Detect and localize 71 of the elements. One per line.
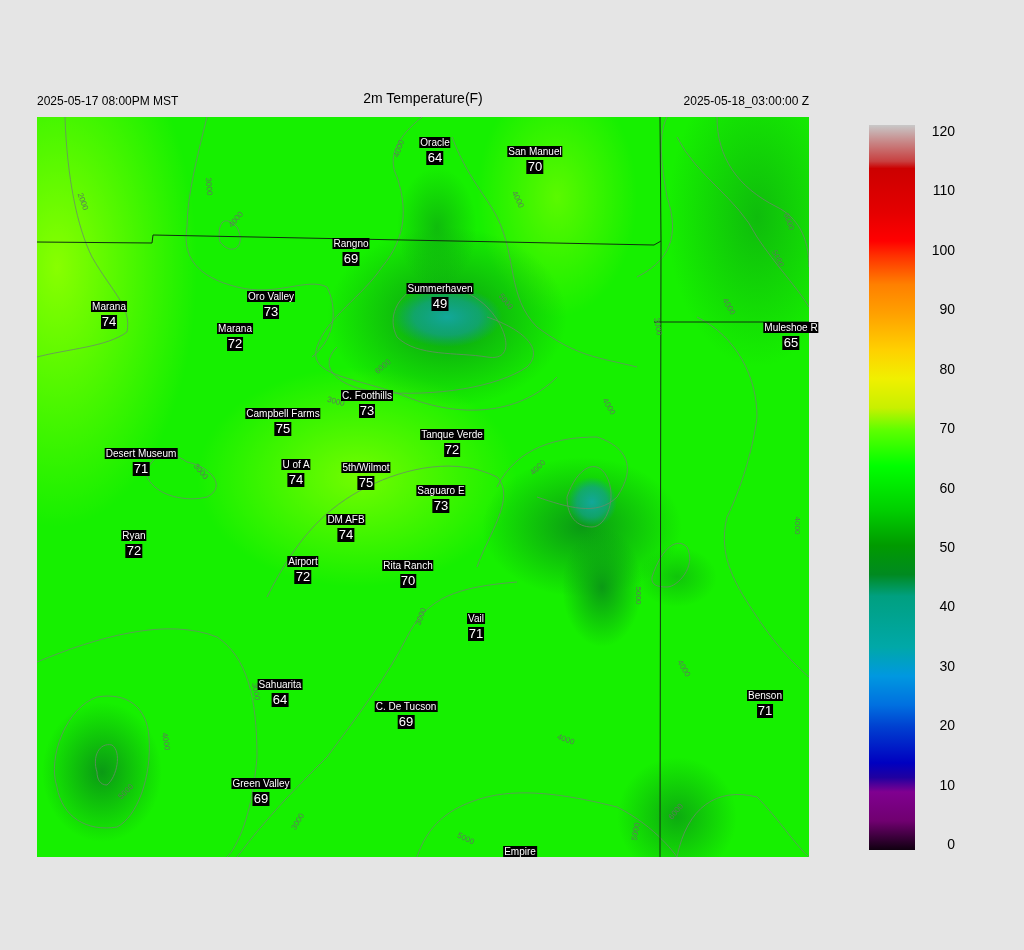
contour-label: 4000 (391, 138, 407, 159)
station-name: Saguaro E (416, 485, 466, 496)
station-name: Desert Museum (104, 448, 178, 459)
contour-label: 3000 (203, 177, 215, 196)
station-temperature: 70 (526, 160, 544, 174)
colorbar-tick-label: 0 (947, 836, 955, 852)
station-temperature: 72 (294, 570, 312, 584)
station-temperature: 73 (432, 499, 450, 513)
station-temperature: 75 (357, 476, 375, 490)
station-name: Rangno (332, 238, 370, 249)
station-name: Tanque Verde (420, 429, 484, 440)
colorbar-tick-label: 110 (932, 182, 955, 199)
chart-title: 2m Temperature(F) (363, 89, 483, 108)
contour-label: 5000 (634, 586, 644, 605)
station-temperature: 49 (431, 297, 449, 311)
station-name: San Manuel (507, 146, 563, 157)
station-name: Summerhaven (406, 283, 474, 294)
contour-label: 4000 (793, 516, 803, 535)
contour-label: 5000 (455, 830, 476, 847)
station-name: C. De Tucson (374, 701, 438, 712)
colorbar-tick-label: 90 (939, 301, 955, 318)
contour-label: 3000 (413, 606, 429, 627)
station-name: Muleshoe R (763, 322, 819, 333)
station-name: U of A (281, 459, 311, 470)
station-name: Sahuarita (257, 679, 303, 690)
colorbar-tick-label: 60 (939, 479, 955, 496)
colorbar-tick-label: 70 (939, 420, 955, 437)
colorbar-tick-label: 100 (931, 241, 955, 258)
station-name: Marana (217, 323, 253, 334)
station-name: Campbell Farms (245, 408, 321, 419)
contour-label: 5000 (629, 821, 642, 842)
colorbar-tick-label: 20 (939, 717, 955, 734)
contour-label: 5000 (770, 248, 786, 269)
station-temperature: 71 (132, 462, 150, 476)
colorbar-tick-label: 120 (931, 123, 955, 139)
station-name: DM AFB (326, 514, 366, 525)
contour-label: 4000 (159, 731, 172, 752)
station-temperature: 72 (125, 544, 143, 558)
station-temperature: 69 (252, 792, 270, 806)
station-name: Oracle (419, 137, 451, 148)
station-name: Benson (747, 690, 783, 701)
station-name: 5th/Wilmot (341, 462, 391, 473)
station-temperature: 74 (287, 473, 305, 487)
station-temperature: 75 (274, 422, 292, 436)
contour-label: 3000 (651, 316, 664, 337)
station-name: Empire (503, 846, 537, 857)
station-temperature: 73 (358, 404, 376, 418)
colorbar-tick-label: 30 (939, 657, 955, 674)
station-name: Ryan (121, 530, 147, 541)
colorbar-tick-label: 10 (939, 776, 955, 793)
station-temperature: 64 (426, 151, 444, 165)
contour-label: 6000 (781, 211, 797, 232)
station-name: Vail (467, 613, 485, 624)
contour-label: 2000 (75, 191, 91, 212)
colorbar-tick-label: 50 (939, 538, 955, 555)
station-name: Rita Ranch (382, 560, 434, 571)
colorbar-tick-label: 80 (939, 360, 955, 377)
local-time: 2025-05-17 08:00PM MST (37, 93, 179, 110)
station-name: Airport (287, 556, 319, 567)
station-temperature: 69 (397, 715, 415, 729)
contour-label: 4000 (510, 189, 526, 210)
station-temperature: 69 (342, 252, 360, 266)
contour-label: 4000 (556, 732, 576, 747)
station-name: Marana (91, 301, 127, 312)
colorbar-tick-label: 40 (939, 598, 955, 615)
utc-time: 2025-05-18_03:00:00 Z (683, 93, 809, 110)
station-temperature: 65 (782, 336, 800, 350)
station-name: Oro Valley (247, 291, 295, 302)
station-temperature: 74 (337, 528, 355, 542)
station-name: Green Valley (231, 778, 291, 789)
station-temperature: 64 (271, 693, 289, 707)
